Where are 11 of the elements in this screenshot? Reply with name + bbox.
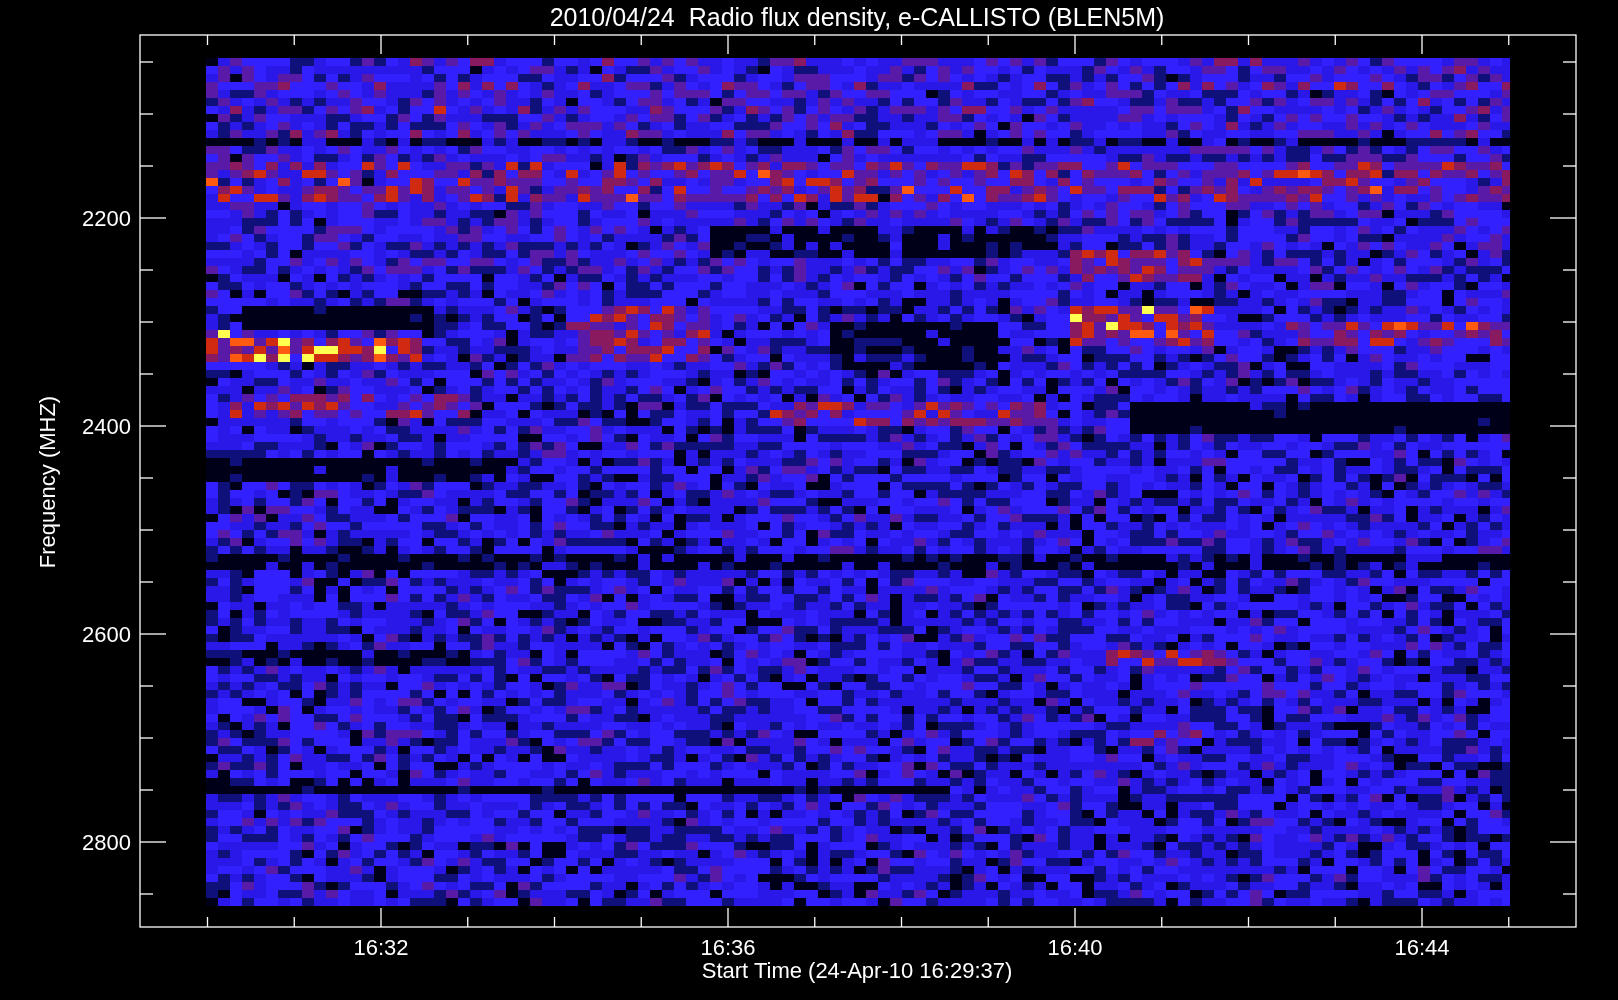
- axis-label: Start Time (24-Apr-10 16:29:37): [701, 958, 1013, 983]
- axis-label: Frequency (MHZ): [35, 395, 60, 569]
- tick-label: 2800: [82, 830, 131, 855]
- chart-title: 2010/04/24 Radio flux density, e-CALLISTO (BLEN5M): [549, 3, 1165, 31]
- tick-label: 16:36: [700, 935, 756, 960]
- tick-label: 16:40: [1047, 935, 1103, 960]
- tick-label: 16:32: [353, 935, 409, 960]
- tick-label: 2600: [82, 622, 131, 647]
- tick-label: 16:44: [1394, 935, 1450, 960]
- tick-label: 2200: [82, 206, 131, 231]
- tick-label: 2400: [82, 414, 131, 439]
